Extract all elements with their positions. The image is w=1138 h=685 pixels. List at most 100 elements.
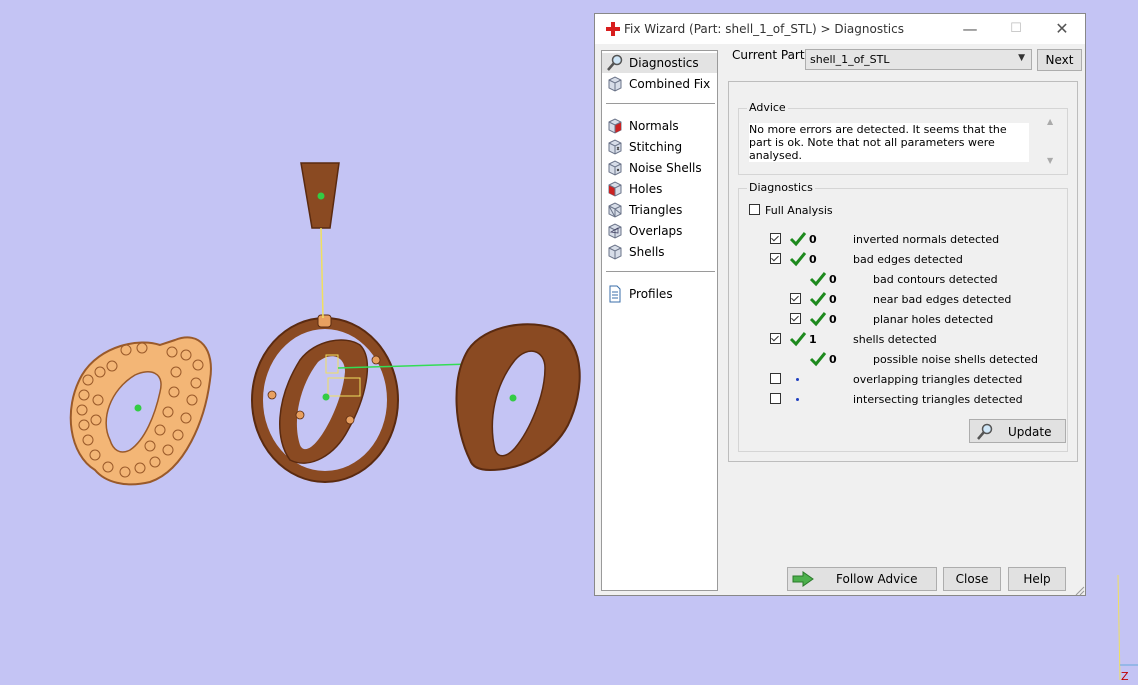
bad-contours-count: 0: [829, 273, 837, 286]
near-bad-edges-label: near bad edges detected: [873, 293, 1012, 306]
advice-scrollbar[interactable]: ▲ ▼: [1045, 117, 1059, 165]
shells-cube-icon: [608, 244, 622, 260]
nav-item-label: Normals: [629, 119, 679, 133]
diagnostics-page: Advice No more errors are detected. It s…: [728, 81, 1078, 462]
shells-count: 1: [809, 333, 817, 346]
scroll-up-icon[interactable]: ▲: [1047, 117, 1053, 126]
nav-item-triangles[interactable]: Triangles: [602, 200, 717, 220]
diagnostics-group: Diagnostics Full Analysis 0 inverted nor…: [738, 181, 1068, 452]
nav-item-profiles[interactable]: Profiles: [602, 284, 717, 304]
red-cross-icon: [606, 22, 620, 36]
bad-edges-label: bad edges detected: [853, 253, 963, 266]
close-window-button[interactable]: ✕: [1039, 14, 1085, 44]
overlapping-triangles-checkbox[interactable]: [770, 373, 781, 384]
shells-label: shells detected: [853, 333, 937, 346]
overlapping-triangles-label: overlapping triangles detected: [853, 373, 1023, 386]
part-d-frame[interactable]: [251, 162, 399, 483]
check-mark-icon: [809, 352, 827, 367]
advice-legend: Advice: [747, 101, 788, 114]
nav-item-holes[interactable]: Holes: [602, 179, 717, 199]
nav-item-label: Stitching: [629, 140, 683, 154]
nav-item-diagnostics[interactable]: Diagnostics: [602, 53, 717, 73]
check-mark-icon: [789, 252, 807, 267]
wizard-nav-panel: Diagnostics Combined Fix Normals Stitchi…: [601, 50, 718, 591]
holes-cube-icon: [608, 181, 622, 197]
noise-shells-cube-icon: [608, 160, 622, 176]
nav-item-label: Overlaps: [629, 224, 683, 238]
nav-item-label: Holes: [629, 182, 663, 196]
noise-shells-label: possible noise shells detected: [873, 353, 1039, 366]
scroll-down-icon[interactable]: ▼: [1047, 156, 1053, 165]
fix-wizard-window[interactable]: Fix Wizard (Part: shell_1_of_STL) > Diag…: [594, 13, 1086, 596]
check-mark-icon: [809, 272, 827, 287]
check-mark-icon: [789, 332, 807, 347]
full-analysis-label: Full Analysis: [765, 204, 833, 217]
part-d-solid[interactable]: [455, 323, 581, 472]
chevron-down-icon: ▼: [1018, 53, 1025, 63]
update-button[interactable]: Update: [969, 419, 1066, 443]
maximize-button[interactable]: ☐: [993, 14, 1039, 44]
magnifier-icon: [977, 423, 993, 440]
advice-text: No more errors are detected. It seems th…: [749, 123, 1029, 162]
nav-item-noise-shells[interactable]: Noise Shells: [602, 158, 717, 178]
triangles-cube-icon: [608, 202, 622, 218]
nav-divider: [606, 271, 715, 272]
shells-checkbox[interactable]: [770, 333, 781, 344]
current-part-label: Current Part:: [732, 48, 809, 62]
inverted-normals-checkbox[interactable]: [770, 233, 781, 244]
planar-holes-label: planar holes detected: [873, 313, 994, 326]
inverted-normals-label: inverted normals detected: [853, 233, 1000, 246]
cube-icon: [608, 76, 622, 92]
nav-divider: [606, 103, 715, 104]
inverted-normals-count: 0: [809, 233, 817, 246]
part-d-light[interactable]: [69, 336, 212, 486]
axis-indicator: [1117, 574, 1138, 681]
check-mark-icon: [789, 232, 807, 247]
normals-cube-icon: [608, 118, 622, 134]
minimize-button[interactable]: —: [947, 14, 993, 44]
follow-advice-button[interactable]: Follow Advice: [787, 567, 937, 591]
title-bar[interactable]: Fix Wizard (Part: shell_1_of_STL) > Diag…: [595, 14, 1085, 44]
check-mark-icon: [809, 312, 827, 327]
nav-item-stitching[interactable]: Stitching: [602, 137, 717, 157]
nav-item-combined-fix[interactable]: Combined Fix: [602, 74, 717, 94]
advice-group: Advice No more errors are detected. It s…: [738, 101, 1068, 175]
update-label: Update: [1008, 425, 1052, 439]
planar-holes-count: 0: [829, 313, 837, 326]
nav-item-label: Shells: [629, 245, 665, 259]
bad-edges-checkbox[interactable]: [770, 253, 781, 264]
intersecting-triangles-checkbox[interactable]: [770, 393, 781, 404]
document-icon: [609, 285, 621, 303]
nav-item-label: Noise Shells: [629, 161, 702, 175]
overlaps-cube-icon: [608, 223, 622, 239]
check-mark-icon: [809, 292, 827, 307]
window-title: Fix Wizard (Part: shell_1_of_STL) > Diag…: [624, 22, 904, 36]
arrow-right-icon: [792, 571, 814, 587]
nav-item-overlaps[interactable]: Overlaps: [602, 221, 717, 241]
close-button[interactable]: Close: [943, 567, 1001, 591]
noise-shells-count: 0: [829, 353, 837, 366]
magnifier-icon: [607, 54, 623, 71]
bad-edges-count: 0: [809, 253, 817, 266]
next-button[interactable]: Next: [1037, 49, 1082, 71]
nav-item-label: Triangles: [629, 203, 683, 217]
diagnostics-legend: Diagnostics: [747, 181, 815, 194]
stitching-cube-icon: [608, 139, 622, 155]
z-axis-label: Z: [1121, 670, 1129, 683]
near-bad-edges-checkbox[interactable]: [790, 293, 801, 304]
full-analysis-checkbox[interactable]: [749, 204, 760, 215]
near-bad-edges-count: 0: [829, 293, 837, 306]
help-button[interactable]: Help: [1008, 567, 1066, 591]
nav-item-shells[interactable]: Shells: [602, 242, 717, 262]
nav-item-label: Profiles: [629, 287, 673, 301]
intersecting-triangles-label: intersecting triangles detected: [853, 393, 1023, 406]
not-run-dot-icon: [796, 378, 799, 381]
not-run-dot-icon: [796, 398, 799, 401]
nav-item-normals[interactable]: Normals: [602, 116, 717, 136]
nav-item-label: Diagnostics: [629, 56, 699, 70]
planar-holes-checkbox[interactable]: [790, 313, 801, 324]
resize-grip-icon[interactable]: [1073, 584, 1085, 596]
follow-advice-label: Follow Advice: [836, 572, 918, 586]
bad-contours-label: bad contours detected: [873, 273, 998, 286]
current-part-select[interactable]: shell_1_of_STL ▼: [805, 49, 1032, 70]
